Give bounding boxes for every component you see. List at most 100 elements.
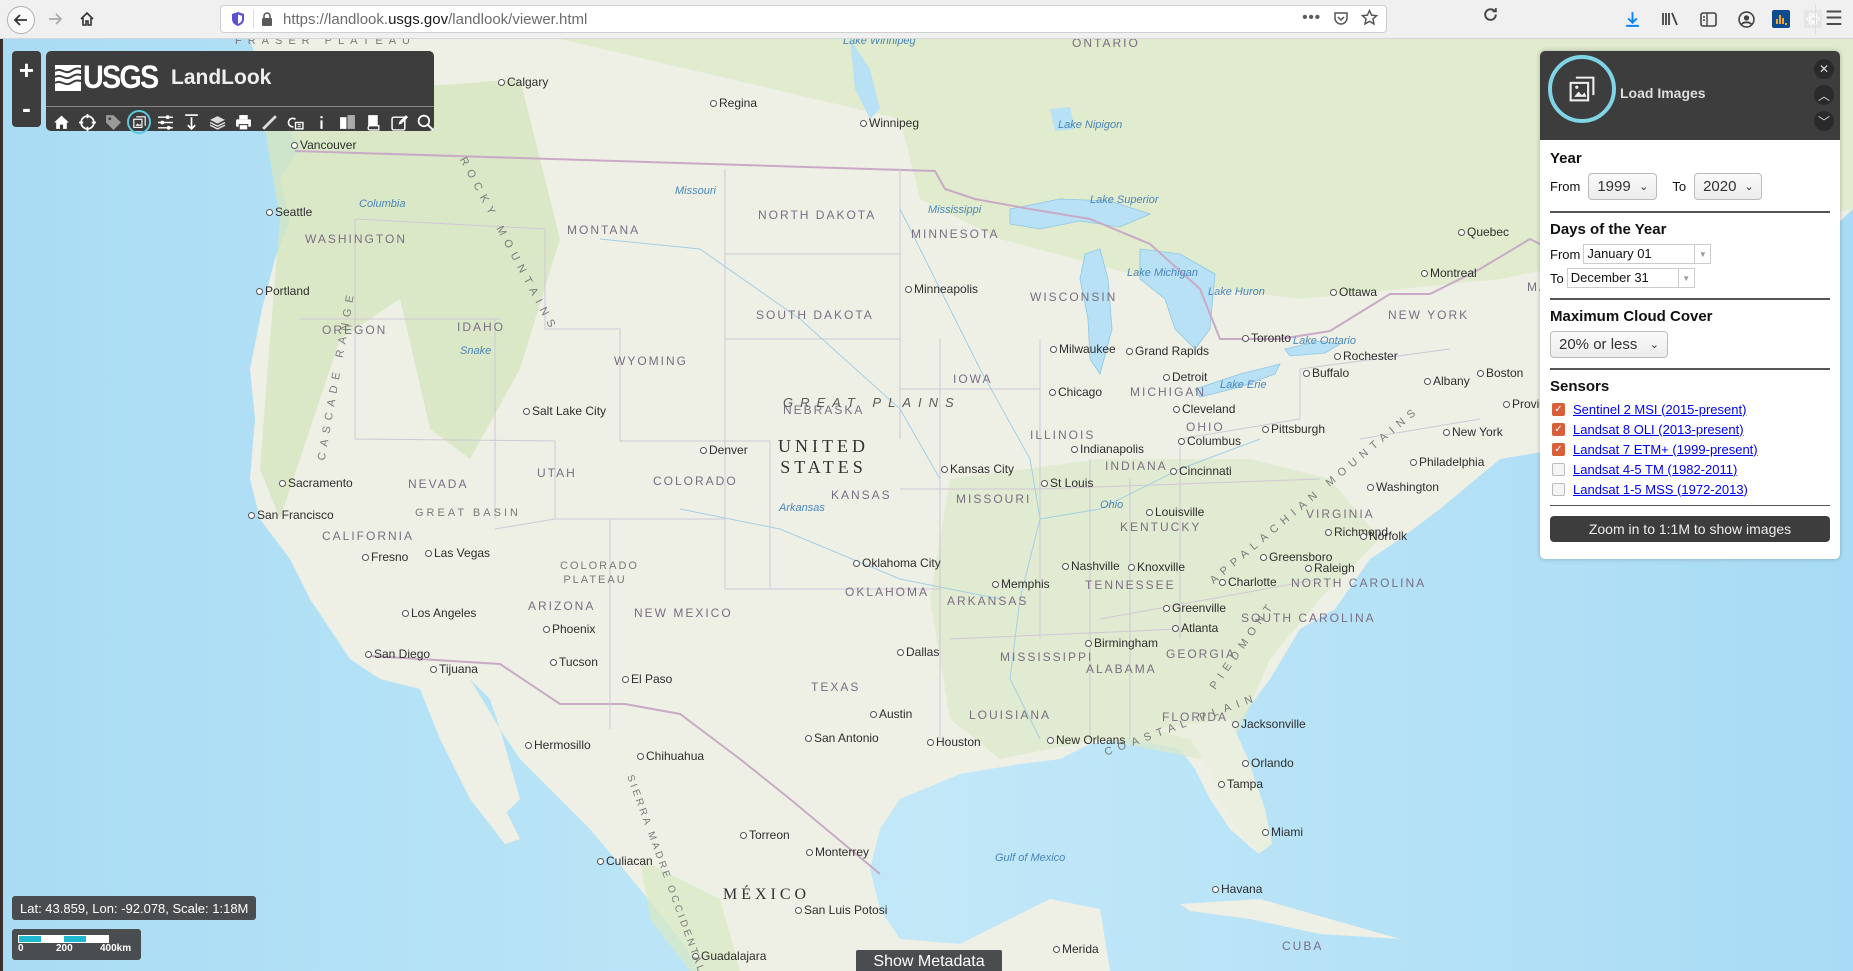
menu-button[interactable]: ☰ (1825, 6, 1843, 31)
sensor-link[interactable]: Sentinel 2 MSI (2015-present) (1573, 402, 1746, 417)
more-icon[interactable]: ••• (1302, 9, 1321, 26)
tool-swipe[interactable] (283, 112, 307, 133)
usgs-logo[interactable]: USGS (55, 59, 166, 96)
home-button[interactable] (74, 6, 100, 32)
address-bar[interactable]: https://landlook.usgs.gov/landlook/viewe… (220, 5, 1387, 33)
sensor-checkbox[interactable]: ✓ (1552, 422, 1565, 436)
city-label: Chicago (1049, 385, 1102, 399)
cloud-cover-select[interactable]: 20% or less ⌄ (1550, 331, 1668, 358)
tool-edit[interactable] (387, 112, 411, 133)
extension-atom-icon[interactable] (1804, 10, 1822, 28)
tool-compare[interactable] (335, 112, 359, 133)
sensor-link[interactable]: Landsat 8 OLI (2013-present) (1573, 422, 1744, 437)
panel-collapse-button[interactable]: ︿ (1814, 85, 1834, 105)
account-icon[interactable] (1734, 7, 1758, 31)
library-icon[interactable] (1658, 7, 1682, 31)
sidebar-icon[interactable] (1696, 7, 1720, 31)
sensor-item: ✓ Landsat 7 ETM+ (1999-present) (1550, 441, 1830, 457)
tool-measure[interactable] (257, 112, 281, 133)
dropdown-arrow-icon[interactable]: ▼ (1677, 269, 1694, 287)
scale-label-200: 200 (56, 943, 73, 954)
days-from-combo[interactable]: January 01 ▼ (1583, 244, 1712, 264)
year-from-value: 1999 (1597, 178, 1631, 195)
scale-label-0: 0 (18, 943, 24, 954)
shield-icon[interactable] (231, 11, 245, 27)
sensor-checkbox[interactable]: ✓ (1552, 402, 1565, 416)
forward-button[interactable] (42, 6, 68, 32)
tool-search[interactable] (413, 112, 437, 133)
pocket-icon[interactable] (1333, 10, 1349, 26)
sensor-link[interactable]: Landsat 1-5 MSS (1972-2013) (1573, 482, 1748, 497)
tool-layers[interactable] (205, 112, 229, 133)
panel-title: Load Images (1620, 85, 1706, 101)
extension-chart-icon[interactable] (1772, 10, 1790, 28)
days-to-combo[interactable]: December 31 ▼ (1566, 268, 1695, 288)
dropdown-arrow-icon[interactable]: ▼ (1694, 245, 1710, 263)
tool-download[interactable] (179, 112, 203, 133)
chevron-up-icon: ︿ (1817, 88, 1830, 103)
back-button[interactable] (7, 6, 35, 34)
tool-adjust[interactable] (153, 112, 177, 133)
water-label: Columbia (359, 198, 406, 210)
city-label: Tampa (1218, 777, 1263, 791)
sensor-checkbox[interactable]: ✓ (1552, 442, 1565, 456)
year-to-select[interactable]: 2020 ⌄ (1694, 173, 1763, 200)
url-text[interactable]: https://landlook.usgs.gov/landlook/viewe… (283, 11, 587, 28)
download-icon[interactable] (1620, 7, 1644, 31)
tool-home[interactable] (49, 112, 73, 133)
scale-bar-graphic (18, 935, 109, 943)
zoom-in-button[interactable]: + (12, 51, 41, 89)
sensor-list: ✓ Sentinel 2 MSI (2015-present) ✓ Landsat 8… (1550, 401, 1830, 497)
coordinate-readout: Lat: 43.859, Lon: -92.078, Scale: 1:18M (12, 896, 257, 920)
state-label: OKLAHOMA (845, 585, 930, 599)
chevron-down-icon: ﹀ (1817, 114, 1830, 129)
browser-toolbar: https://landlook.usgs.gov/landlook/viewe… (0, 0, 1853, 39)
locate-icon (78, 113, 96, 131)
city-label: Knoxville (1128, 560, 1185, 574)
state-label: TEXAS (811, 680, 861, 694)
city-label: Philadelphia (1410, 455, 1484, 469)
bookmark-star-icon[interactable] (1361, 9, 1378, 26)
city-label: Nashville (1062, 559, 1120, 573)
city-label: Raleigh (1305, 561, 1355, 575)
sensor-link[interactable]: Landsat 7 ETM+ (1999-present) (1573, 442, 1758, 457)
reload-button[interactable] (1482, 6, 1499, 29)
state-label: COLORADO (653, 474, 738, 488)
header-divider (46, 106, 434, 107)
zoom-out-button[interactable]: - (12, 89, 41, 127)
city-label: Las Vegas (425, 546, 490, 560)
tool-info[interactable] (309, 112, 333, 133)
map-view[interactable]: WASHINGTON OREGON IDAHO MONTANA WYOMING NEVAD… (0, 39, 1853, 971)
panel-expand-button[interactable]: ﹀ (1814, 111, 1834, 131)
state-label: MONTANA (567, 223, 641, 237)
divider (1550, 211, 1830, 213)
tool-load-images[interactable] (127, 110, 151, 134)
sensor-checkbox[interactable] (1552, 482, 1565, 496)
days-title: Days of the Year (1550, 221, 1667, 238)
show-metadata-button[interactable]: Show Metadata (856, 950, 1002, 971)
zoom-in-message-button[interactable]: Zoom in to 1:1M to show images (1550, 516, 1830, 542)
water-label: Missouri (675, 185, 716, 197)
city-label: Tijuana (430, 662, 478, 676)
water-label: Lake Superior (1090, 194, 1159, 206)
water-label: Lake Michigan (1127, 267, 1198, 279)
sensor-link[interactable]: Landsat 4-5 TM (1982-2011) (1573, 462, 1737, 477)
home-icon (53, 115, 69, 129)
city-label: Buffalo (1303, 366, 1349, 380)
city-label: Winnipeg (860, 116, 919, 130)
city-label: Sacramento (279, 476, 353, 490)
tool-locate[interactable] (75, 112, 99, 133)
sensor-checkbox[interactable] (1552, 462, 1565, 476)
days-from-label: From (1550, 246, 1581, 262)
city-label: Kansas City (941, 462, 1014, 476)
year-from-select[interactable]: 1999 ⌄ (1588, 173, 1658, 200)
tool-print[interactable] (231, 112, 255, 133)
tool-bookmarks[interactable] (361, 112, 385, 133)
panel-close-button[interactable]: ✕ (1814, 59, 1834, 79)
lock-icon[interactable] (260, 12, 274, 26)
city-label: Birmingham (1085, 636, 1158, 650)
tool-tag[interactable] (101, 112, 125, 133)
region-great-basin: GREAT BASIN (415, 507, 521, 519)
divider (1550, 505, 1830, 506)
city-label: Torreon (740, 828, 790, 842)
